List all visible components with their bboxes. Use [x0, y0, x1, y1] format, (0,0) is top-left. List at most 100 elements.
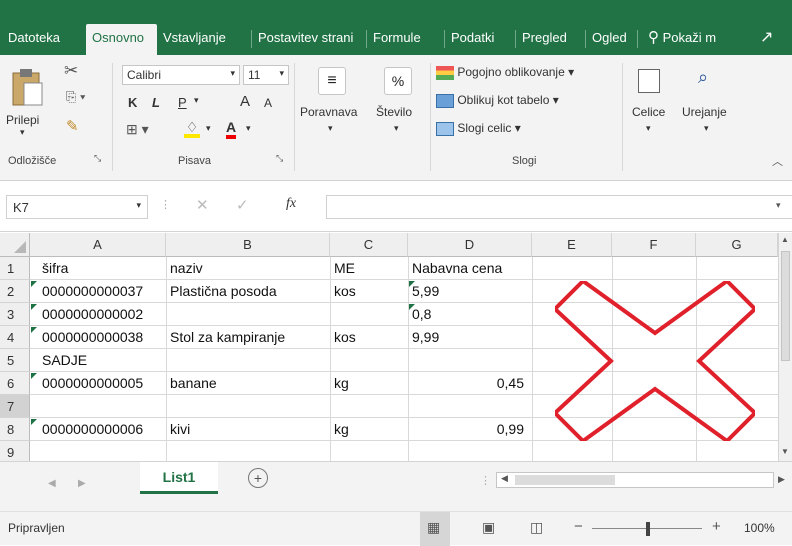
column-header[interactable]: A: [30, 233, 166, 257]
scroll-thumb[interactable]: [515, 475, 615, 485]
row-header[interactable]: 9: [0, 441, 30, 461]
paste-button[interactable]: Prilepi ▾: [6, 63, 46, 143]
formula-input[interactable]: [326, 195, 792, 219]
zoom-out-icon[interactable]: −: [574, 518, 583, 535]
worksheet-grid[interactable]: A B C D E F G 1 2 3 4 5 6 7 8 9 šifra na…: [0, 233, 778, 461]
zoom-in-icon[interactable]: +: [712, 518, 721, 535]
column-header[interactable]: B: [166, 233, 330, 257]
font-color-button[interactable]: A: [226, 119, 237, 139]
cell-B1[interactable]: naziv: [166, 257, 203, 280]
italic-button[interactable]: L: [152, 95, 160, 110]
font-size-select[interactable]: 11 ▾: [243, 65, 289, 85]
prev-sheet-icon[interactable]: ◀: [48, 478, 56, 489]
column-header[interactable]: E: [532, 233, 612, 257]
column-header[interactable]: F: [612, 233, 696, 257]
dialog-launcher-icon[interactable]: ⤡: [94, 153, 101, 164]
cell-C2[interactable]: kos: [330, 280, 356, 303]
zoom-slider-thumb[interactable]: [646, 522, 650, 536]
cell-D8[interactable]: 0,99: [408, 418, 528, 441]
row-header[interactable]: 6: [0, 372, 30, 395]
cell-C4[interactable]: kos: [330, 326, 356, 349]
underline-button[interactable]: P: [178, 95, 187, 110]
shrink-font-button[interactable]: A: [264, 96, 272, 110]
function-icon[interactable]: fx: [286, 196, 296, 212]
tab-view[interactable]: Ogled: [592, 24, 627, 55]
conditional-formatting-button[interactable]: Pogojno oblikovanje ▾: [436, 65, 574, 80]
dialog-launcher-icon[interactable]: ⤡: [276, 153, 283, 164]
cell-A4[interactable]: 0000000000038: [38, 326, 143, 349]
enter-icon[interactable]: ✓: [236, 196, 249, 214]
column-header[interactable]: C: [330, 233, 408, 257]
cell-B6[interactable]: banane: [166, 372, 217, 395]
row-header[interactable]: 1: [0, 257, 30, 280]
page-layout-icon[interactable]: ▣: [482, 519, 495, 536]
name-box[interactable]: K7 ▾: [6, 195, 148, 219]
tab-page-layout[interactable]: Postavitev strani: [258, 24, 353, 55]
cell-A8[interactable]: 0000000000006: [38, 418, 143, 441]
add-sheet-icon[interactable]: +: [248, 468, 268, 488]
horizontal-scrollbar[interactable]: ◀: [496, 472, 774, 488]
row-header[interactable]: 7: [0, 395, 30, 418]
tab-home[interactable]: Osnovno: [86, 24, 157, 55]
cell-C6[interactable]: kg: [330, 372, 349, 395]
tab-file[interactable]: Datoteka: [8, 24, 60, 55]
scroll-right-icon[interactable]: ▶: [778, 474, 785, 485]
cell-B8[interactable]: kivi: [166, 418, 190, 441]
row-header[interactable]: 5: [0, 349, 30, 372]
tab-formulas[interactable]: Formule: [373, 24, 421, 55]
tab-insert[interactable]: Vstavljanje: [163, 24, 226, 55]
cell-A1[interactable]: šifra: [38, 257, 68, 280]
page-break-icon[interactable]: ◫: [530, 519, 543, 536]
scroll-down-icon[interactable]: ▼: [781, 447, 789, 456]
tab-review[interactable]: Pregled: [522, 24, 567, 55]
expand-formula-icon[interactable]: ▾: [776, 200, 781, 211]
chevron-down-icon[interactable]: ▾: [206, 123, 211, 134]
share-icon[interactable]: ↗: [760, 24, 773, 55]
row-header[interactable]: 3: [0, 303, 30, 326]
cell-A3[interactable]: 0000000000002: [38, 303, 143, 326]
font-name-select[interactable]: Calibri ▾: [122, 65, 240, 85]
column-header[interactable]: G: [696, 233, 778, 257]
fill-color-icon[interactable]: ♢: [184, 119, 200, 138]
cell-B4[interactable]: Stol za kampiranje: [166, 326, 285, 349]
cell-D3[interactable]: 0,8: [408, 303, 431, 326]
cell-A5[interactable]: SADJE: [38, 349, 87, 372]
cell-styles-button[interactable]: Slogi celic ▾: [436, 121, 521, 136]
zoom-level[interactable]: 100%: [744, 521, 775, 535]
vertical-scrollbar[interactable]: ▲ ▼: [778, 233, 792, 461]
cell-D4[interactable]: 9,99: [408, 326, 439, 349]
cell-A6[interactable]: 0000000000005: [38, 372, 143, 395]
tab-tell-me[interactable]: ⚲ Pokaži m: [648, 24, 716, 55]
scroll-up-icon[interactable]: ▲: [781, 235, 789, 244]
column-header[interactable]: D: [408, 233, 532, 257]
grow-font-button[interactable]: A: [240, 93, 250, 110]
cut-icon[interactable]: ✂: [64, 61, 78, 81]
copy-icon[interactable]: ⎘ ▾: [66, 89, 85, 105]
row-header[interactable]: 4: [0, 326, 30, 349]
cancel-icon[interactable]: ✕: [196, 196, 209, 214]
cell-A2[interactable]: 0000000000037: [38, 280, 143, 303]
cell-C1[interactable]: ME: [330, 257, 355, 280]
format-painter-icon[interactable]: ✎: [66, 117, 79, 135]
next-sheet-icon[interactable]: ▶: [78, 478, 86, 489]
alignment-button[interactable]: ≡ Poravnava ▾: [300, 67, 368, 147]
scroll-left-icon[interactable]: ◀: [501, 473, 508, 484]
collapse-ribbon-icon[interactable]: ︿: [772, 153, 783, 169]
cell-D6[interactable]: 0,45: [408, 372, 528, 395]
format-as-table-button[interactable]: Oblikuj kot tabelo ▾: [436, 93, 559, 108]
number-format-button[interactable]: % Število ▾: [372, 67, 426, 147]
cells-button[interactable]: Celice ▾: [628, 67, 674, 147]
scroll-thumb[interactable]: [781, 251, 790, 361]
chevron-down-icon[interactable]: ▾: [246, 123, 251, 134]
chevron-down-icon[interactable]: ▾: [194, 95, 199, 106]
sheet-tab-list1[interactable]: List1: [140, 462, 218, 494]
bold-button[interactable]: K: [128, 95, 137, 110]
borders-icon[interactable]: ⊞ ▾: [126, 121, 149, 138]
cell-D1[interactable]: Nabavna cena: [408, 257, 502, 280]
cell-B2[interactable]: Plastična posoda: [166, 280, 277, 303]
cell-D2[interactable]: 5,99: [408, 280, 439, 303]
row-header[interactable]: 8: [0, 418, 30, 441]
normal-view-button[interactable]: ▦: [420, 512, 450, 546]
select-all-button[interactable]: [0, 233, 30, 257]
row-header[interactable]: 2: [0, 280, 30, 303]
